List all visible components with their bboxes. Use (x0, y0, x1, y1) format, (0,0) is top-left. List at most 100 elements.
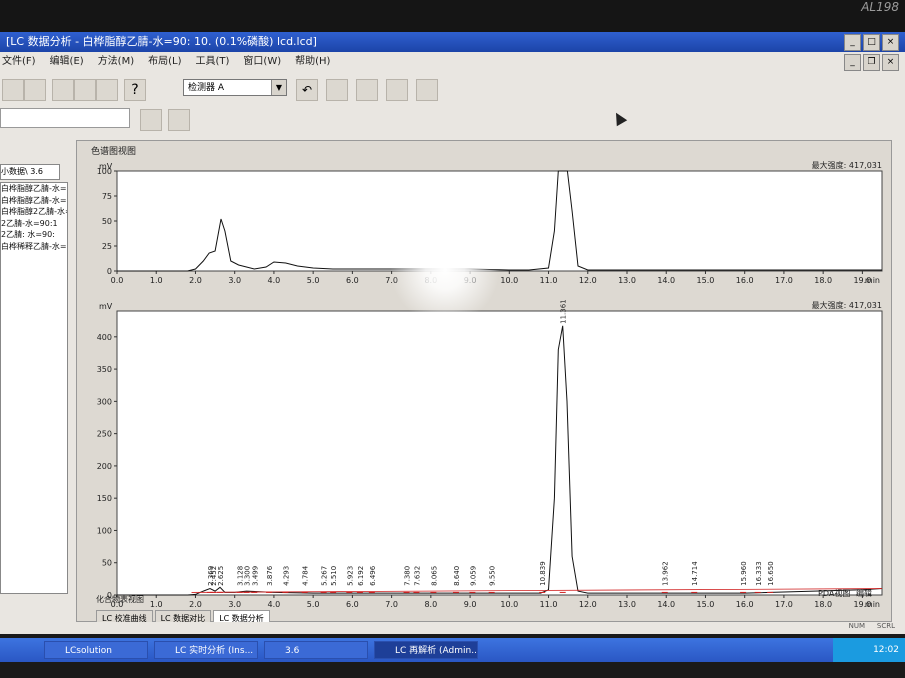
y-tick-label: 200 (97, 462, 112, 471)
max-intensity-label: 最大强度: 417,031 (812, 300, 882, 310)
task-reanalysis[interactable]: LC 再解析 (Admin... (374, 641, 478, 659)
peak-label: 2.452 (210, 566, 218, 586)
task-folder-3-6[interactable]: 3.6 (264, 641, 368, 659)
pda-view-tab[interactable]: PDA视图 (818, 588, 850, 599)
peak-label: 3.300 (243, 566, 251, 586)
x-tick-label: 7.0 (385, 276, 398, 285)
x-tick-label: 5.0 (307, 276, 320, 285)
x-tick-label: 14.0 (657, 276, 675, 285)
num-lock-indicator: NUM (848, 622, 865, 630)
data-file-list[interactable]: 白桦脂醇乙腈-水=90 白桦脂醇乙腈-水=90 白桦脂醇2乙腈-水=9 2乙腈-… (0, 182, 68, 594)
menu-layout[interactable]: 布局(L) (148, 52, 181, 72)
x-tick-label: 1.0 (150, 600, 163, 609)
menu-window[interactable]: 窗口(W) (243, 52, 281, 72)
list-item[interactable]: 白桦脂醇乙腈-水=90 (1, 195, 67, 207)
x-tick-label: 2.0 (189, 276, 202, 285)
help-icon[interactable]: ? (124, 79, 146, 101)
x-tick-label: 9.0 (464, 600, 477, 609)
folder-path[interactable]: 小数据\ 3.6 (0, 164, 60, 180)
minimize-button[interactable]: _ (844, 34, 861, 51)
x-tick-label: 3.0 (228, 276, 241, 285)
x-tick-label: 17.0 (775, 276, 793, 285)
x-tick-label: 12.0 (579, 600, 597, 609)
x-tick-label: 10.0 (500, 600, 518, 609)
edit-tab[interactable]: 编辑 (856, 588, 872, 599)
monitor-bezel: AL198 (0, 0, 905, 34)
x-tick-label: 4.0 (268, 276, 281, 285)
list-item[interactable]: 白桦稀释乙腈-水=90 (1, 241, 67, 253)
max-intensity-label: 最大强度: 417,031 (812, 160, 882, 170)
y-tick-label: 75 (102, 192, 112, 201)
peak-label: 11.361 (560, 299, 568, 324)
x-tick-label: 6.0 (346, 276, 359, 285)
peak-integration-icon[interactable] (140, 109, 162, 131)
x-tick-label: 18.0 (814, 276, 832, 285)
integration-icon[interactable] (416, 79, 438, 101)
x-tick-label: 13.0 (618, 600, 636, 609)
x-tick-label: 8.0 (424, 276, 437, 285)
list-item[interactable]: 白桦脂醇2乙腈-水=9 (1, 206, 67, 218)
x-tick-label: 3.0 (228, 600, 241, 609)
task-realtime-analysis[interactable]: LC 实时分析 (Ins... (154, 641, 258, 659)
x-tick-label: 9.0 (464, 276, 477, 285)
list-item[interactable]: 2乙腈-水=90:1 (1, 218, 67, 230)
compound-table-tab[interactable]: 化合物表视图 (96, 594, 144, 605)
task-lcsolution[interactable]: LCsolution (44, 641, 148, 659)
doc-close-button[interactable]: × (882, 54, 899, 71)
chromatogram-svg[interactable]: 0 25 50 75 100 0.0 1.0 2.0 3.0 4.0 5.0 6.0 7.0 8.0 9.0… (77, 141, 891, 621)
peak-label: 14.714 (691, 561, 699, 586)
detector-select-value: 检测器 A (188, 83, 225, 93)
x-tick-label: 11.0 (540, 600, 558, 609)
doc-minimize-button[interactable]: _ (844, 54, 861, 71)
x-axis-label: min (865, 600, 880, 609)
list-item[interactable]: 白桦脂醇乙腈-水=90 (1, 183, 67, 195)
menu-help[interactable]: 帮助(H) (295, 52, 330, 72)
list-item[interactable]: 2乙腈: 水=90: (1, 229, 67, 241)
peak-label: 4.784 (302, 565, 310, 586)
close-button[interactable]: × (882, 34, 899, 51)
peak-label: 4.293 (282, 566, 290, 586)
manual-integration-icon[interactable] (168, 109, 190, 131)
peak-label: 16.333 (755, 561, 763, 586)
menu-method[interactable]: 方法(M) (98, 52, 134, 72)
layout-1-icon[interactable] (52, 79, 74, 101)
maximize-button[interactable]: □ (863, 34, 880, 51)
undo-icon[interactable]: ↶ (296, 79, 318, 101)
y-tick-label: 250 (97, 430, 112, 439)
x-tick-label: 0.0 (111, 276, 124, 285)
data-filter-input[interactable] (0, 108, 130, 128)
peak-label: 5.267 (321, 566, 329, 586)
chevron-down-icon[interactable]: ▼ (271, 80, 286, 95)
x-tick-label: 14.0 (657, 600, 675, 609)
peak-label: 15.960 (740, 561, 748, 586)
doc-restore-button[interactable]: ❐ (863, 54, 880, 71)
peak-label: 16.650 (767, 561, 775, 586)
peak-label: 7.380 (404, 566, 412, 586)
peak-label: 10.839 (539, 561, 547, 586)
layout-2-icon[interactable] (74, 79, 96, 101)
x-tick-label: 18.0 (814, 600, 832, 609)
peak-label: 9.059 (469, 566, 477, 586)
peak-label: 5.923 (346, 566, 354, 586)
layout-3-icon[interactable] (96, 79, 118, 101)
status-bar: NUM SCRL (0, 622, 905, 634)
edit-pen-icon[interactable] (386, 79, 408, 101)
report-icon[interactable] (2, 79, 24, 101)
y-axis-label: mV (99, 162, 113, 171)
plot-area-0 (116, 170, 883, 272)
batch-icon[interactable] (326, 79, 348, 101)
x-tick-label: 7.0 (385, 600, 398, 609)
window-title: [LC 数据分析 - 白桦脂醇乙腈-水=90: 10. (0.1%磷酸) lcd… (6, 35, 317, 48)
x-tick-label: 2.0 (189, 600, 202, 609)
menu-file[interactable]: 文件(F) (2, 52, 36, 72)
settings-icon[interactable] (356, 79, 378, 101)
taskbar: LCsolution LC 实时分析 (Ins... 3.6 LC 再解析 (A… (0, 638, 905, 662)
menu-edit[interactable]: 编辑(E) (50, 52, 84, 72)
report-edit-icon[interactable] (24, 79, 46, 101)
menu-tools[interactable]: 工具(T) (196, 52, 230, 72)
menu-bar: 文件(F) 编辑(E) 方法(M) 布局(L) 工具(T) 窗口(W) 帮助(H… (0, 52, 905, 72)
x-tick-label: 1.0 (150, 276, 163, 285)
scroll-lock-indicator: SCRL (876, 622, 895, 630)
detector-select[interactable]: 检测器 A ▼ (183, 79, 287, 96)
x-tick-label: 6.0 (346, 600, 359, 609)
